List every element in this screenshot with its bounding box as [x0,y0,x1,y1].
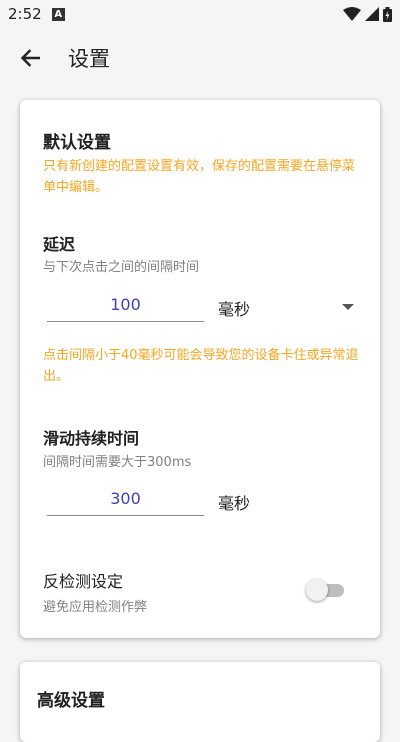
config-warning-text: 只有新创建的配置设置有效，保存的配置需要在悬停菜单中编辑。 [43,159,356,195]
signal-icon [365,7,379,21]
anti-detection-description: 避免应用检测作弊 [43,600,148,615]
delay-input[interactable] [47,288,204,321]
anti-detection-toggle[interactable] [306,578,346,602]
status-indicators [343,6,392,22]
section-title-default: 默认设置 [43,133,111,153]
dropdown-arrow-icon[interactable] [340,299,356,315]
swipe-duration-title: 滑动持续时间 [43,429,140,448]
delay-title: 延迟 [43,235,76,254]
arrow-back-icon [20,49,40,67]
delay-input-field[interactable] [47,288,204,322]
wifi-icon [343,7,361,21]
battery-icon [383,6,392,22]
section-title-advanced: 高级设置 [37,691,105,711]
app-bar: 设置 [0,28,400,88]
toggle-thumb [306,579,328,601]
status-bar: 2:52 A [0,0,400,28]
back-button[interactable] [0,28,60,88]
advanced-settings-card: 高级设置 [20,662,380,742]
status-time: 2:52 [8,5,42,23]
swipe-duration-input-field[interactable] [47,482,204,516]
page-title: 设置 [68,47,110,71]
a-icon: A [51,7,65,21]
delay-unit-select[interactable]: 毫秒 [218,296,250,320]
anti-detection-title: 反检测设定 [43,572,124,591]
swipe-duration-description: 间隔时间需要大于300ms [43,455,192,470]
delay-warning-text: 点击间隔小于40毫秒可能会导致您的设备卡住或异常退出。 [43,348,359,384]
default-settings-card: 默认设置 只有新创建的配置设置有效，保存的配置需要在悬停菜单中编辑。 延迟 与下… [20,100,380,638]
delay-description: 与下次点击之间的间隔时间 [43,260,200,275]
swipe-duration-input[interactable] [47,482,204,515]
swipe-duration-unit: 毫秒 [218,494,251,513]
